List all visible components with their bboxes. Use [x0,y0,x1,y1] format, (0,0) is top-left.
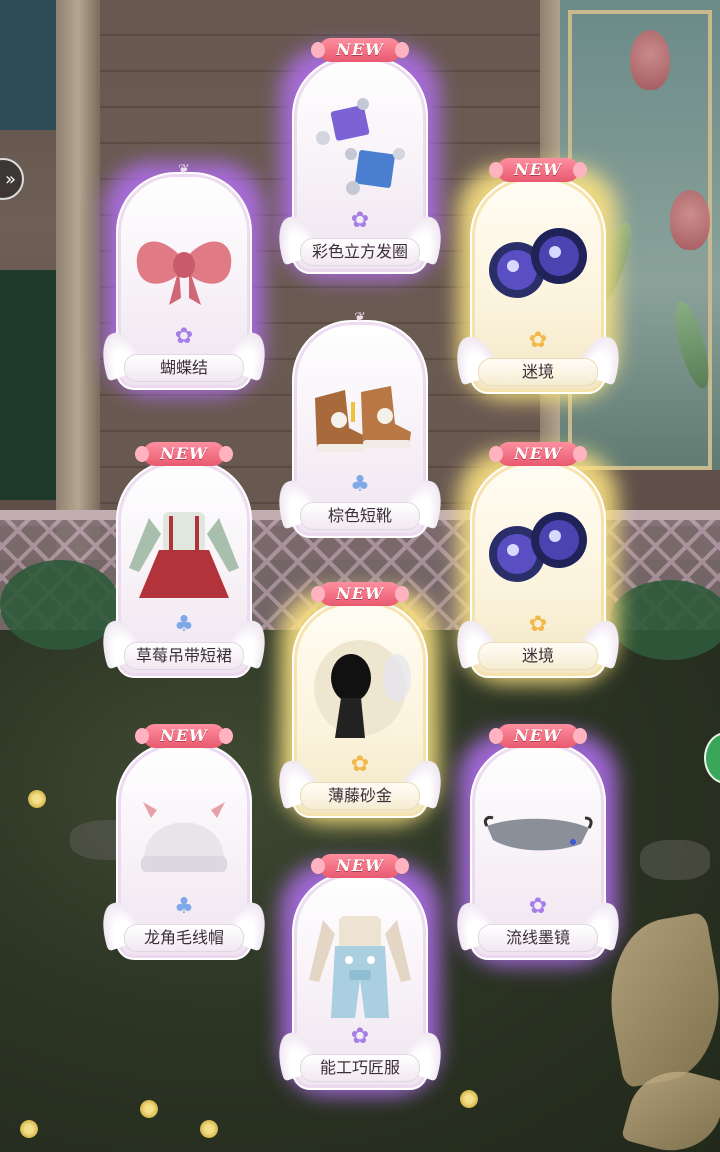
new-badge: NEW [135,724,233,748]
new-badge: NEW [311,38,409,62]
left-window-plants [0,270,60,500]
reward-card-overalls[interactable]: NEW ✿ 能工巧匠服 [269,854,451,1096]
item-name: 迷境 [478,642,598,670]
stone [640,840,710,880]
double-chevron-icon: » [4,168,16,190]
reward-card-eyes[interactable]: NEW ✿ 迷境 [447,158,629,400]
reward-card-sunglasses[interactable]: NEW ✿ 流线墨镜 [447,724,629,966]
item-name: 迷境 [478,358,598,386]
reward-card-hat[interactable]: NEW ♣ 龙角毛线帽 [93,724,275,960]
purple-rarity-flower-icon: ✿ [350,1024,370,1049]
left-window [0,0,60,130]
strawberry-suspender-dress-icon [129,512,239,598]
item-name: 流线墨镜 [478,924,598,952]
bush [610,580,720,660]
dragon-horn-knit-hat-icon [141,802,227,872]
blue-rarity-flower-icon: ♣ [174,612,194,637]
galaxy-eyes-icon [489,228,587,298]
new-badge: NEW [311,582,409,606]
gold-rarity-flower-icon: ✿ [528,612,548,637]
flower-icon [460,1090,478,1108]
reward-card-boots[interactable]: ❦ ♣ 棕色短靴 [269,310,451,538]
flower-icon [140,1100,158,1118]
gold-rarity-flower-icon: ✿ [528,328,548,353]
item-name: 蝴蝶结 [124,354,244,382]
item-name: 棕色短靴 [300,502,420,530]
ribbon-icon: ❦ [178,162,190,178]
galaxy-eyes-icon [489,512,587,582]
item-name: 龙角毛线帽 [124,924,244,952]
reward-card-bow[interactable]: ❦ ✿ 蝴蝶结 [93,162,275,396]
gold-rarity-flower-icon: ✿ [350,752,370,777]
streamline-sunglasses-icon [483,816,593,851]
tulip-icon [670,190,710,250]
new-badge: NEW [489,158,587,182]
brown-boots-icon [315,386,411,452]
new-badge: NEW [489,724,587,748]
item-name: 薄藤砂金 [300,782,420,810]
pink-bow-icon [136,241,232,305]
reward-card-hair[interactable]: NEW ✿ 薄藤砂金 [269,582,451,824]
flower-icon [20,1120,38,1138]
item-name: 草莓吊带短裙 [124,642,244,670]
pillar-left [56,0,100,560]
reward-card-dress[interactable]: NEW ♣ 草莓吊带短裙 [93,442,275,678]
item-name: 能工巧匠服 [300,1054,420,1082]
purple-rarity-flower-icon: ✿ [174,324,194,349]
reward-card-eyes[interactable]: NEW ✿ 迷境 [447,442,629,684]
craftsman-overalls-icon [309,916,411,1018]
tulip-icon [630,30,670,90]
blue-rarity-flower-icon: ♣ [350,472,370,497]
reward-card-hairband[interactable]: NEW ✿ 彩色立方发圈 [269,38,451,280]
purple-rarity-flower-icon: ✿ [350,208,370,233]
new-badge: NEW [489,442,587,466]
flower-icon [28,790,46,808]
flower-icon [200,1120,218,1138]
blue-rarity-flower-icon: ♣ [174,894,194,919]
new-badge: NEW [135,442,233,466]
purple-rarity-flower-icon: ✿ [528,894,548,919]
blonde-braided-hair-icon [314,640,411,738]
new-badge: NEW [311,854,409,878]
colorful-cube-hairband-icon [316,98,405,195]
ribbon-icon: ❦ [354,310,366,326]
item-name: 彩色立方发圈 [300,238,420,266]
